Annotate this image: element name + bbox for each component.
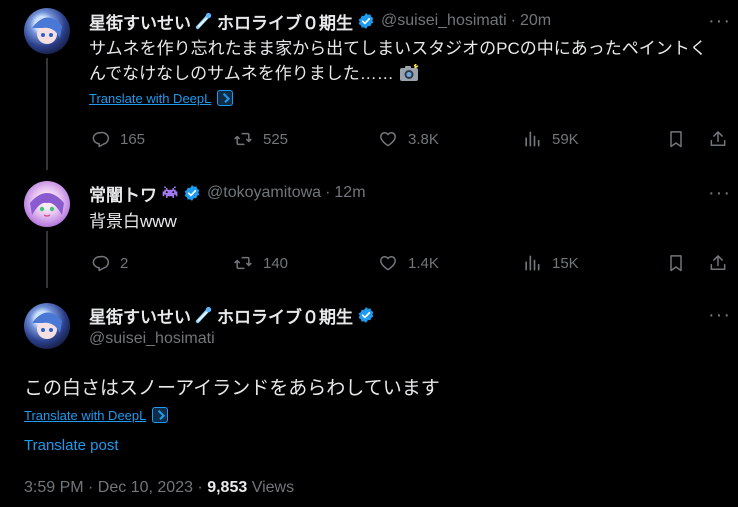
retweet-button[interactable]: 525 [233,129,288,149]
tweet-text: この白さはスノーアイランドをあらわしています [24,378,440,399]
tweet-meta: 3:59 PM · Dec 10, 2023 · 9,853 Views [24,479,294,497]
deepl-icon [152,407,169,423]
views-icon [525,255,540,271]
tweet-time[interactable]: 12m [334,184,365,202]
separator: · [325,184,331,201]
tweet1-text-block: サムネを作り忘れたまま家から出てしまいスタジオのPCの中にあったペイントくんでな… [89,36,721,86]
like-button[interactable]: 3.8K [378,129,439,149]
views-button[interactable]: 15K [522,253,579,273]
tweet3-name-row: 星街すいせい ホロライブ０期生 [89,303,375,328]
bookmark-button[interactable] [666,129,686,149]
views-label: Views [251,479,295,496]
translate-deepl-label[interactable]: Translate with DeepL [89,91,211,106]
more-icon[interactable]: ··· [708,11,731,31]
share-icon [710,255,726,270]
reply-icon [92,255,110,272]
translate-deepl-link[interactable]: Translate with DeepL [24,407,169,423]
retweet-button[interactable]: 140 [233,253,288,273]
avatar-suisei[interactable] [24,8,70,54]
share-button[interactable] [708,253,728,273]
author-name[interactable]: 星街すいせい [89,9,191,34]
author-name[interactable]: 星街すいせい [89,303,191,328]
tweet-timestamp[interactable]: 3:59 PM · Dec 10, 2023 · [24,479,207,496]
view-count: 9,853 [207,479,248,496]
reply-button[interactable]: 165 [90,129,145,149]
deepl-icon [217,90,234,106]
bookmark-icon [670,255,682,272]
tweet-text: 背景白www [89,212,177,231]
views-count: 59K [552,130,579,148]
tweet2-header: 常闇トワ @tokoyamitowa · 12m [89,181,366,206]
space-invader-emoji-icon [162,186,178,198]
author-handle[interactable]: @suisei_hosimati [381,12,507,30]
share-icon [710,131,726,146]
author-handle[interactable]: @tokoyamitowa [207,184,321,202]
verified-icon [358,13,374,29]
meteor-emoji-icon [195,12,212,30]
views-icon [525,131,540,147]
like-icon [380,132,396,147]
retweet-count: 140 [263,254,289,272]
retweet-count: 525 [263,130,289,148]
avatar-towa-art [30,193,64,217]
separator: · [510,12,516,29]
avatar-suisei[interactable] [24,303,70,349]
author-handle[interactable]: @suisei_hosimati [89,330,215,348]
bookmark-icon [670,131,682,148]
translate-deepl-label[interactable]: Translate with DeepL [24,408,146,423]
meteor-emoji-icon [195,306,212,324]
avatar-towa[interactable] [24,181,70,227]
thread-line-2 [46,231,48,288]
retweet-icon [234,132,252,146]
reply-count: 165 [120,130,146,148]
views-count: 15K [552,254,579,272]
camera-emoji-icon [399,63,418,81]
author-name-suffix[interactable]: ホロライブ０期生 [217,9,353,34]
reply-icon [92,131,110,148]
like-count: 1.4K [408,254,439,272]
verified-icon [358,307,374,323]
like-count: 3.8K [408,130,439,148]
reply-button[interactable]: 2 [90,253,128,273]
share-button[interactable] [708,129,728,149]
author-name-suffix[interactable]: ホロライブ０期生 [217,303,353,328]
author-name[interactable]: 常闇トワ [89,181,157,206]
bookmark-button[interactable] [666,253,686,273]
avatar-suisei-art [32,17,62,44]
more-icon[interactable]: ··· [708,183,731,203]
more-icon[interactable]: ··· [708,305,731,325]
tweet-time[interactable]: 20m [520,12,551,30]
reply-count: 2 [120,254,129,272]
verified-icon [184,185,200,201]
retweet-icon [234,256,252,270]
translate-deepl-link[interactable]: Translate with DeepL [89,90,234,106]
tweet1-header: 星街すいせい ホロライブ０期生 @suisei_hosimati · 20m [89,9,551,34]
like-icon [380,256,396,271]
translate-post-link[interactable]: Translate post [24,437,119,454]
views-button[interactable]: 59K [522,129,579,149]
thread-line [46,58,48,170]
like-button[interactable]: 1.4K [378,253,439,273]
avatar-suisei-art [32,312,62,339]
